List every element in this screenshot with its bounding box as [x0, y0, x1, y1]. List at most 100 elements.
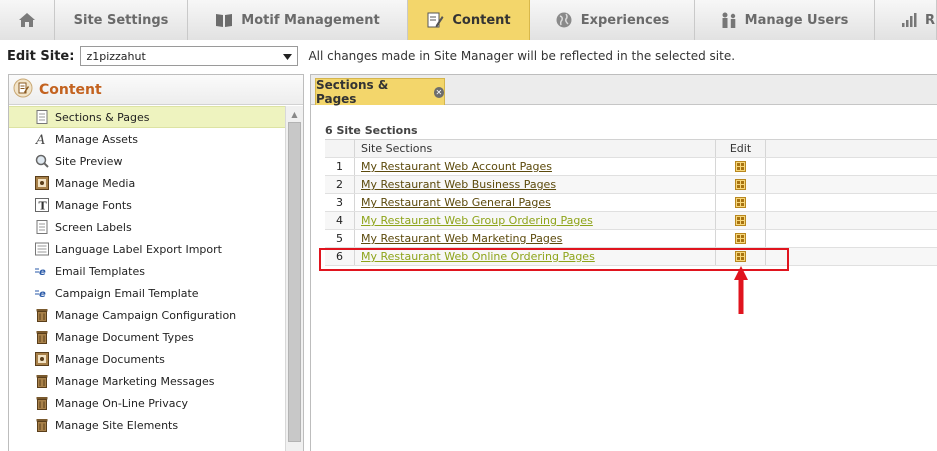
tab-experiences[interactable]: Experiences: [530, 0, 695, 40]
sidebar-item-sections-pages[interactable]: Sections & Pages: [9, 106, 285, 128]
sidebar-title: Content: [39, 81, 102, 98]
row-number: 4: [325, 212, 355, 229]
section-link[interactable]: My Restaurant Web Business Pages: [361, 178, 556, 191]
highlight-box: [319, 248, 789, 271]
edit-icon[interactable]: [735, 161, 746, 172]
sidebar-item-campaign-email-template[interactable]: e Campaign Email Template: [9, 282, 285, 304]
tab-experiences-label: Experiences: [580, 12, 670, 28]
sidebar-item-manage-campaign-configuration[interactable]: Manage Campaign Configuration: [9, 304, 285, 326]
sidebar-item-manage-marketing-messages[interactable]: Manage Marketing Messages: [9, 370, 285, 392]
media-icon: [35, 352, 49, 366]
page-icon: [35, 110, 49, 124]
section-link[interactable]: My Restaurant Web Account Pages: [361, 160, 552, 173]
sidebar-item-manage-documents[interactable]: Manage Documents: [9, 348, 285, 370]
sidebar-item-label: Campaign Email Template: [55, 286, 199, 300]
close-icon[interactable]: ✕: [433, 86, 444, 98]
font-t-icon: T: [35, 198, 49, 212]
sidebar-item-email-templates[interactable]: e Email Templates: [9, 260, 285, 282]
sidebar-scrollbar[interactable]: ▲: [285, 106, 303, 451]
magnifier-icon: [35, 154, 49, 168]
email-e-icon: e: [35, 286, 49, 300]
site-select[interactable]: z1pizzahut: [80, 46, 299, 66]
tab-manage-users-label: Manage Users: [744, 12, 849, 28]
pencil-note-icon: [426, 11, 444, 29]
tab-motif-management[interactable]: Motif Management: [188, 0, 408, 40]
trash-icon: [35, 308, 49, 322]
top-navigation: Site Settings Motif Management Content E…: [0, 0, 937, 40]
sidebar-item-label: Email Templates: [55, 264, 145, 278]
svg-text:e: e: [39, 289, 46, 300]
panel-tabstrip: Sections & Pages ✕: [311, 75, 937, 106]
column-header-number: [325, 140, 355, 157]
tab-motif-management-label: Motif Management: [241, 12, 380, 28]
sidebar-item-label: Manage Assets: [55, 132, 138, 146]
table-row: 3 My Restaurant Web General Pages: [325, 194, 937, 212]
tab-reports-label: R: [925, 12, 936, 28]
trash-icon: [35, 418, 49, 432]
sidebar-item-language-label-export-import[interactable]: Language Label Export Import: [9, 238, 285, 260]
column-header-sections: Site Sections: [355, 140, 716, 157]
svg-text:A: A: [35, 133, 45, 146]
sidebar-item-manage-site-elements[interactable]: Manage Site Elements: [9, 414, 285, 436]
section-link[interactable]: My Restaurant Web General Pages: [361, 196, 551, 209]
svg-text:T: T: [39, 200, 48, 213]
edit-icon[interactable]: [735, 233, 746, 244]
svg-text:e: e: [39, 267, 46, 278]
row-number: 2: [325, 176, 355, 193]
page-icon: [35, 220, 49, 234]
edit-icon[interactable]: [735, 197, 746, 208]
trash-icon: [35, 330, 49, 344]
table-header-row: Site Sections Edit: [325, 140, 937, 158]
content-icon: [13, 78, 33, 101]
sidebar-item-label: Site Preview: [55, 154, 123, 168]
tab-home[interactable]: [0, 0, 55, 40]
edit-site-label: Edit Site:: [7, 48, 75, 64]
trash-icon: [35, 374, 49, 388]
home-icon: [18, 12, 36, 28]
sidebar-item-label: Screen Labels: [55, 220, 132, 234]
tab-sections-pages[interactable]: Sections & Pages ✕: [315, 78, 445, 106]
sidebar-item-site-preview[interactable]: Site Preview: [9, 150, 285, 172]
bar-chart-icon: [901, 12, 917, 28]
sidebar-item-label: Manage Campaign Configuration: [55, 308, 237, 322]
sidebar-item-manage-document-types[interactable]: Manage Document Types: [9, 326, 285, 348]
tab-content[interactable]: Content: [408, 0, 530, 40]
sidebar-item-label: Manage Document Types: [55, 330, 194, 344]
content-sidebar: Content Sections & Pages A Manage Assets…: [8, 74, 304, 451]
tab-sections-pages-label: Sections & Pages: [316, 78, 389, 106]
site-note: All changes made in Site Manager will be…: [308, 49, 736, 63]
sidebar-item-label: Manage On-Line Privacy: [55, 396, 189, 410]
email-e-icon: e: [35, 264, 49, 278]
column-header-edit: Edit: [716, 140, 766, 157]
sidebar-item-label: Manage Documents: [55, 352, 165, 366]
tab-reports[interactable]: R: [875, 0, 937, 40]
tab-content-label: Content: [452, 12, 511, 28]
sidebar-header: Content: [9, 75, 303, 105]
sidebar-item-manage-media[interactable]: Manage Media: [9, 172, 285, 194]
scroll-up-icon[interactable]: ▲: [286, 106, 303, 122]
sidebar-item-label: Manage Site Elements: [55, 418, 179, 432]
sidebar-item-manage-on-line-privacy[interactable]: Manage On-Line Privacy: [9, 392, 285, 414]
scrollbar-thumb[interactable]: [288, 122, 301, 442]
edit-icon[interactable]: [735, 215, 746, 226]
trash-icon: [35, 396, 49, 410]
sidebar-item-manage-fonts[interactable]: T Manage Fonts: [9, 194, 285, 216]
sidebar-item-label: Sections & Pages: [55, 110, 150, 124]
media-icon: [35, 176, 49, 190]
font-a-icon: A: [35, 132, 49, 146]
chevron-down-icon: [283, 50, 293, 63]
table-row: 5 My Restaurant Web Marketing Pages: [325, 230, 937, 248]
red-arrow-up-icon: [734, 266, 748, 314]
section-link[interactable]: My Restaurant Web Marketing Pages: [361, 232, 562, 245]
table-row: 1 My Restaurant Web Account Pages: [325, 158, 937, 176]
tab-manage-users[interactable]: Manage Users: [695, 0, 875, 40]
sidebar-item-manage-assets[interactable]: A Manage Assets: [9, 128, 285, 150]
section-count: 6 Site Sections: [325, 124, 418, 137]
users-icon: [721, 11, 737, 29]
edit-icon[interactable]: [735, 179, 746, 190]
section-link[interactable]: My Restaurant Web Group Ordering Pages: [361, 214, 593, 227]
sidebar-item-label: Language Label Export Import: [55, 242, 222, 256]
tab-site-settings-label: Site Settings: [73, 12, 169, 28]
tab-site-settings[interactable]: Site Settings: [55, 0, 188, 40]
sidebar-item-screen-labels[interactable]: Screen Labels: [9, 216, 285, 238]
